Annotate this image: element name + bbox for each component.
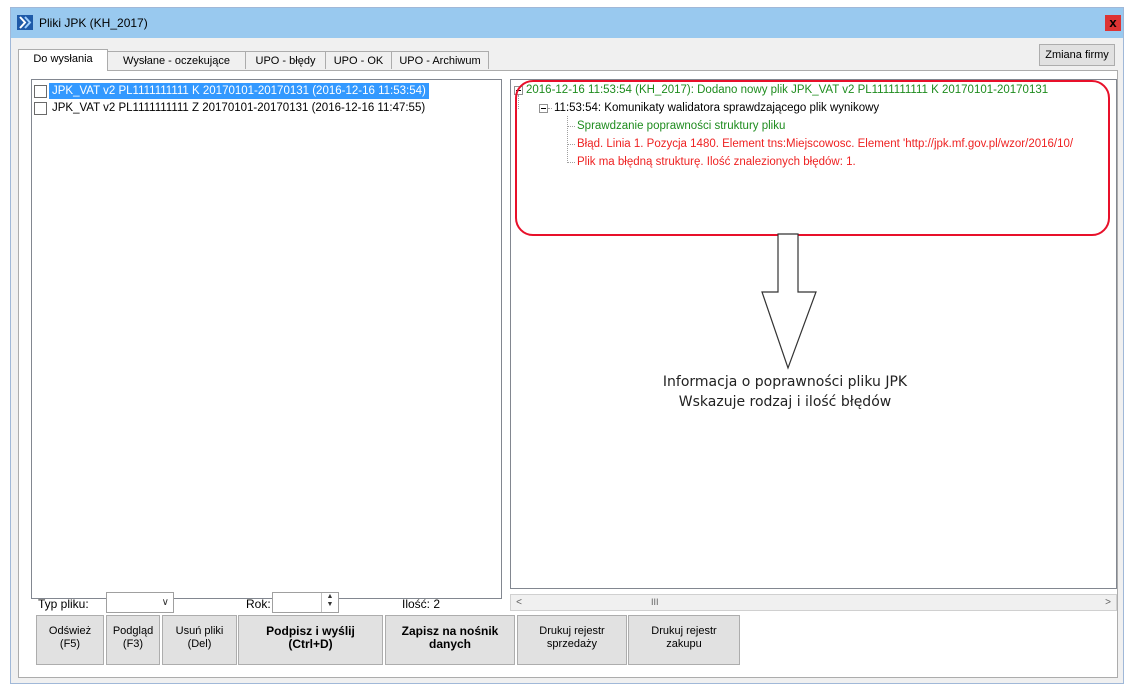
window-title: Pliki JPK (KH_2017) — [39, 16, 148, 30]
button-line: (F3) — [122, 638, 144, 650]
year-spinner[interactable]: ▲ ▼ — [272, 592, 339, 613]
button-line: Usuń pliki — [175, 625, 224, 637]
annotation-highlight — [515, 80, 1110, 236]
file-label: JPK_VAT v2 PL1111111111 Z 20170101-20170… — [52, 102, 426, 114]
button-line: Odśwież — [48, 625, 92, 637]
button-line: danych — [428, 637, 471, 651]
button-line: Drukuj rejestr — [539, 625, 605, 637]
tab-upo-archiwum[interactable]: UPO - Archiwum — [391, 51, 489, 69]
file-checkbox[interactable] — [34, 102, 47, 115]
file-checkbox[interactable] — [34, 85, 47, 98]
tab-do-wyslania[interactable]: Do wysłania — [18, 49, 108, 71]
refresh-button[interactable]: Odśwież (F5) — [36, 615, 104, 665]
chevron-down-icon: ∨ — [161, 597, 169, 608]
file-type-label: Typ pliku: — [38, 597, 89, 611]
horizontal-scrollbar[interactable]: < III > — [510, 594, 1117, 611]
annotation-line-2: Wskazuje rodzaj i ilość błędów — [678, 394, 892, 410]
down-arrow-icon — [761, 233, 817, 370]
button-line: (Ctrl+D) — [288, 637, 333, 651]
tab-upo-ok[interactable]: UPO - OK — [325, 51, 392, 69]
annotation-text: Informacja o poprawności pliku JPK Wskaz… — [620, 372, 950, 412]
tab-upo-bledy[interactable]: UPO - błędy — [245, 51, 326, 69]
file-type-select[interactable]: ∨ — [106, 592, 174, 613]
preview-button[interactable]: Podgląd (F3) — [106, 615, 160, 665]
file-label: JPK_VAT v2 PL1111111111 K 20170101-20170… — [49, 83, 429, 99]
button-line: (F5) — [59, 638, 81, 650]
file-count: Ilość: 2 — [402, 597, 441, 611]
title-bar[interactable]: Pliki JPK (KH_2017) x — [11, 8, 1123, 38]
button-line: Podgląd — [112, 625, 154, 637]
button-line: (Del) — [187, 638, 212, 650]
button-line: Drukuj rejestr — [651, 625, 717, 637]
delete-files-button[interactable]: Usuń pliki (Del) — [162, 615, 237, 665]
spinner-arrows-icon[interactable]: ▲ ▼ — [321, 593, 338, 612]
scroll-thumb[interactable]: III — [651, 595, 659, 610]
year-label: Rok: — [246, 597, 271, 611]
file-list[interactable]: JPK_VAT v2 PL1111111111 K 20170101-20170… — [31, 79, 502, 599]
scroll-right-arrow-icon[interactable]: > — [1100, 595, 1116, 610]
close-button[interactable]: x — [1105, 15, 1121, 31]
save-to-media-button[interactable]: Zapisz na nośnik danych — [385, 615, 515, 665]
button-line: zakupu — [666, 638, 702, 650]
scroll-left-arrow-icon[interactable]: < — [511, 595, 527, 610]
sign-and-send-button[interactable]: Podpisz i wyślij (Ctrl+D) — [238, 615, 383, 665]
annotation-line-1: Informacja o poprawności pliku JPK — [662, 374, 908, 390]
app-logo-icon — [17, 15, 33, 30]
change-company-button[interactable]: Zmiana firmy — [1039, 44, 1115, 66]
print-purchase-register-button[interactable]: Drukuj rejestr zakupu — [628, 615, 740, 665]
button-line: sprzedaży — [546, 638, 598, 650]
tab-wyslane-oczekujace[interactable]: Wysłane - oczekujące — [107, 51, 246, 69]
print-sales-register-button[interactable]: Drukuj rejestr sprzedaży — [517, 615, 627, 665]
